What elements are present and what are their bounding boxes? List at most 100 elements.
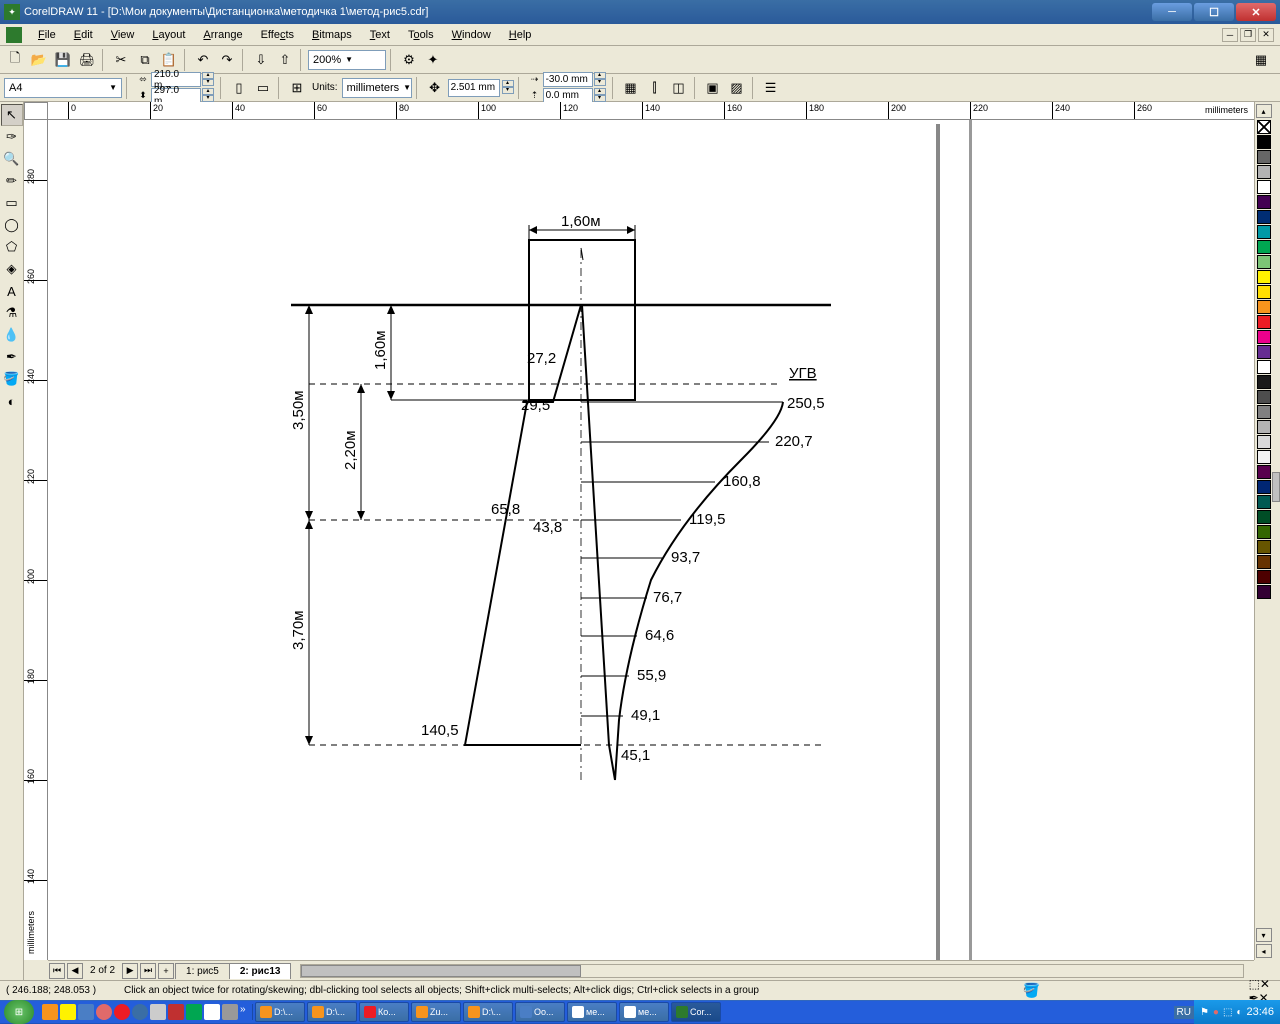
color-swatch[interactable]	[1257, 135, 1271, 149]
menu-tools[interactable]: Tools	[400, 27, 442, 43]
menu-window[interactable]: Window	[444, 27, 499, 43]
basic-shapes-tool[interactable]: ◈	[1, 258, 23, 280]
zoom-tool[interactable]: 🔍	[1, 148, 23, 170]
ql-icon[interactable]	[186, 1004, 202, 1020]
color-swatch[interactable]	[1257, 255, 1271, 269]
doc-close-button[interactable]: ✕	[1258, 28, 1274, 42]
nudge-field[interactable]: 2.501 mm	[448, 79, 500, 97]
page-first-button[interactable]: ⏮	[49, 963, 65, 979]
color-swatch[interactable]	[1257, 405, 1271, 419]
taskbar-task[interactable]: D:\...	[307, 1002, 357, 1022]
undo-button[interactable]: ↶	[192, 49, 214, 71]
interactive-fill-tool[interactable]: ◐	[1, 390, 23, 412]
page-height-field[interactable]: 297.0 m…	[151, 88, 201, 103]
dupx-spinner[interactable]: ▴▾	[594, 72, 606, 87]
page-tab-2[interactable]: 2: рис13	[229, 963, 292, 979]
options-button[interactable]: ☰	[760, 77, 782, 99]
shape-tool[interactable]: ✑	[1, 126, 23, 148]
nudge-spinner[interactable]: ▴▾	[502, 80, 514, 95]
import-button[interactable]: ⇩	[250, 49, 272, 71]
tray-icon[interactable]: ◐	[1236, 1007, 1242, 1018]
taskbar-task[interactable]: Zu...	[411, 1002, 461, 1022]
paper-size-combo[interactable]: A4▼	[4, 78, 122, 98]
taskbar-task[interactable]: Ко...	[359, 1002, 409, 1022]
cut-button[interactable]: ✂	[110, 49, 132, 71]
outline-tool[interactable]: ✒	[1, 346, 23, 368]
palette-up-button[interactable]: ▴	[1256, 104, 1272, 118]
menu-file[interactable]: File	[30, 27, 64, 43]
horizontal-ruler[interactable]: 020406080100120140160180200220240260	[48, 102, 1254, 120]
menu-view[interactable]: View	[103, 27, 143, 43]
color-swatch[interactable]	[1257, 510, 1271, 524]
color-swatch[interactable]	[1257, 210, 1271, 224]
units-combo[interactable]: millimeters▼	[342, 78, 412, 98]
color-swatch[interactable]	[1257, 360, 1271, 374]
color-swatch[interactable]	[1257, 240, 1271, 254]
ql-icon[interactable]	[42, 1004, 58, 1020]
paste-button[interactable]: 📋	[158, 49, 180, 71]
ql-expand-button[interactable]: »	[240, 1004, 248, 1020]
portrait-button[interactable]: ▯	[228, 77, 250, 99]
color-swatch[interactable]	[1257, 330, 1271, 344]
open-button[interactable]: 📂	[28, 49, 50, 71]
window-minimize-button[interactable]: ─	[1152, 3, 1192, 21]
color-swatch[interactable]	[1257, 195, 1271, 209]
color-swatch[interactable]	[1257, 435, 1271, 449]
eyedropper-tool[interactable]: 💧	[1, 324, 23, 346]
taskbar-task[interactable]: D:\...	[255, 1002, 305, 1022]
color-swatch[interactable]	[1257, 225, 1271, 239]
color-swatch[interactable]	[1257, 285, 1271, 299]
polygon-tool[interactable]: ⬠	[1, 236, 23, 258]
ql-icon[interactable]	[132, 1004, 148, 1020]
page-prev-button[interactable]: ◀	[67, 963, 83, 979]
tray-icon[interactable]: ●	[1213, 1007, 1219, 1018]
ruler-origin[interactable]	[24, 102, 48, 120]
text-tool[interactable]: A	[1, 280, 23, 302]
tray-icon[interactable]: ⬚	[1223, 1007, 1232, 1018]
ql-icon[interactable]	[204, 1004, 220, 1020]
corel-online-button[interactable]: ✦	[422, 49, 444, 71]
window-maximize-button[interactable]: ☐	[1194, 3, 1234, 21]
color-swatch[interactable]	[1257, 585, 1271, 599]
tray-icon[interactable]: ⚑	[1200, 1007, 1209, 1018]
color-swatch[interactable]	[1257, 300, 1271, 314]
app-launcher-button[interactable]: ⚙	[398, 49, 420, 71]
taskbar-task[interactable]: Cor...	[671, 1002, 721, 1022]
freehand-tool[interactable]: ✏	[1, 170, 23, 192]
graph-paper-icon[interactable]: ▦	[1246, 49, 1276, 71]
color-swatch[interactable]	[1257, 525, 1271, 539]
page-next-button[interactable]: ▶	[122, 963, 138, 979]
ql-icon[interactable]	[78, 1004, 94, 1020]
fill-tool[interactable]: 🪣	[1, 368, 23, 390]
menu-effects[interactable]: Effects	[253, 27, 302, 43]
dupy-spinner[interactable]: ▴▾	[594, 88, 606, 103]
color-swatch[interactable]	[1257, 495, 1271, 509]
color-swatch[interactable]	[1257, 180, 1271, 194]
ql-icon[interactable]	[168, 1004, 184, 1020]
snap-to-grid-button[interactable]: ▦	[620, 77, 642, 99]
color-swatch[interactable]	[1257, 375, 1271, 389]
snap-to-guidelines-button[interactable]: ⫿	[644, 77, 666, 99]
color-swatch[interactable]	[1257, 480, 1271, 494]
doc-restore-button[interactable]: ❐	[1240, 28, 1256, 42]
new-button[interactable]: 🗋	[4, 49, 26, 71]
menu-help[interactable]: Help	[501, 27, 540, 43]
vertical-ruler[interactable]: 280260240220200180160140	[24, 120, 48, 960]
ellipse-tool[interactable]: ◯	[1, 214, 23, 236]
start-button[interactable]: ⊞	[4, 1000, 34, 1024]
redo-button[interactable]: ↷	[216, 49, 238, 71]
color-swatch[interactable]	[1257, 270, 1271, 284]
duplicate-y-field[interactable]: 0.0 mm	[543, 88, 593, 103]
doc-minimize-button[interactable]: ─	[1222, 28, 1238, 42]
menu-bitmaps[interactable]: Bitmaps	[304, 27, 360, 43]
export-button[interactable]: ⇧	[274, 49, 296, 71]
taskbar-task[interactable]: ме...	[619, 1002, 669, 1022]
height-spinner[interactable]: ▴▾	[202, 88, 214, 103]
color-swatch[interactable]	[1257, 450, 1271, 464]
page-last-button[interactable]: ⏭	[140, 963, 156, 979]
taskbar-task[interactable]: ме...	[567, 1002, 617, 1022]
ql-icon[interactable]	[150, 1004, 166, 1020]
color-swatch[interactable]	[1257, 345, 1271, 359]
color-swatch[interactable]	[1257, 555, 1271, 569]
color-swatch[interactable]	[1257, 465, 1271, 479]
